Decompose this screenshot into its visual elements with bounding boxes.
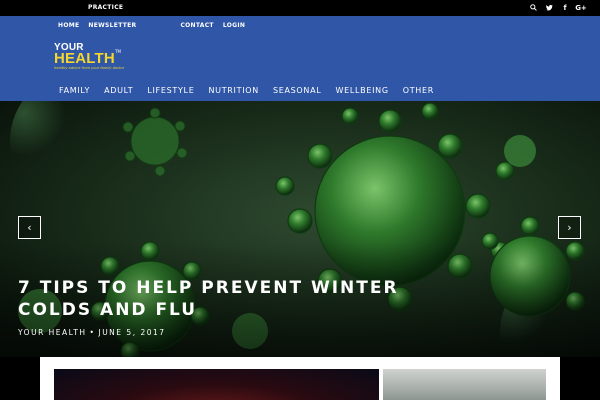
- search-icon[interactable]: [528, 2, 538, 13]
- hero-meta: YOUR HEALTH • JUNE 5, 2017: [18, 328, 166, 337]
- main-nav: FAMILY ADULT LIFESTYLE NUTRITION SEASONA…: [59, 86, 448, 95]
- content-card-row: [40, 357, 560, 400]
- nav-seasonal[interactable]: SEASONAL: [273, 86, 322, 95]
- slider-prev-button[interactable]: ‹: [18, 216, 41, 239]
- site-header: HOME NEWSLETTER CONTACT LOGIN YOUR HEALT…: [0, 16, 600, 101]
- nav-home[interactable]: HOME: [58, 22, 79, 29]
- nav-family[interactable]: FAMILY: [59, 86, 90, 95]
- article-thumbnail[interactable]: [54, 369, 379, 400]
- nav-wellbeing[interactable]: WELLBEING: [335, 86, 388, 95]
- hero-title[interactable]: 7 TIPS TO HELP PREVENT WINTER COLDS AND …: [18, 277, 438, 321]
- meta-separator: •: [89, 328, 96, 337]
- nav-nutrition[interactable]: NUTRITION: [208, 86, 258, 95]
- social-links: f G+: [528, 2, 587, 13]
- hero-date: JUNE 5, 2017: [98, 328, 166, 337]
- hero-author[interactable]: YOUR HEALTH: [18, 328, 87, 337]
- article-thumbnail[interactable]: [383, 369, 546, 400]
- nav-newsletter[interactable]: NEWSLETTER: [88, 22, 136, 29]
- practice-link[interactable]: PRACTICE: [88, 4, 123, 11]
- top-bar: PRACTICE f G+: [0, 0, 600, 16]
- content-area: [0, 357, 600, 400]
- nav-adult[interactable]: ADULT: [104, 86, 133, 95]
- facebook-icon[interactable]: f: [560, 2, 570, 13]
- twitter-icon[interactable]: [544, 2, 554, 13]
- nav-contact[interactable]: CONTACT: [180, 22, 213, 29]
- slider-next-button[interactable]: ›: [558, 216, 581, 239]
- logo-tagline: healthy advice from your family doctor: [54, 66, 125, 70]
- nav-login[interactable]: LOGIN: [223, 22, 245, 29]
- google-plus-icon[interactable]: G+: [575, 2, 587, 13]
- hero-slider[interactable]: ‹ › 7 TIPS TO HELP PREVENT WINTER COLDS …: [0, 101, 600, 357]
- secondary-nav: HOME NEWSLETTER CONTACT LOGIN: [58, 22, 254, 29]
- logo-trademark: TM: [115, 49, 121, 54]
- logo-line2: HEALTH: [54, 50, 115, 67]
- site-logo[interactable]: YOUR HEALTH TM healthy advice from your …: [54, 42, 134, 74]
- nav-other[interactable]: OTHER: [403, 86, 434, 95]
- nav-lifestyle[interactable]: LIFESTYLE: [147, 86, 194, 95]
